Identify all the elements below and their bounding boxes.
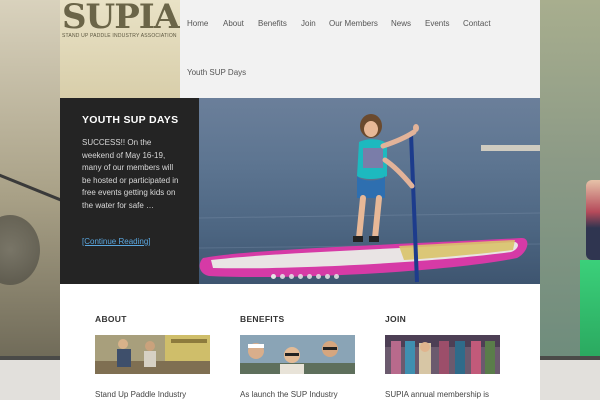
slide-excerpt: SUCCESS!! On the weekend of May 16-19, m… — [82, 138, 179, 210]
column-benefits-image[interactable] — [240, 335, 355, 374]
slide-caption-panel: YOUTH SUP DAYS SUCCESS!! On the weekend … — [60, 98, 199, 284]
nav-item-benefits[interactable]: Benefits — [258, 19, 287, 28]
join-photo — [385, 335, 500, 374]
nav-item-contact[interactable]: Contact — [463, 19, 491, 28]
slider-dot[interactable] — [271, 274, 276, 279]
slider-dot[interactable] — [307, 274, 312, 279]
column-about-heading[interactable]: ABOUT — [95, 314, 127, 324]
slider-dot[interactable] — [316, 274, 321, 279]
slide-image[interactable] — [199, 98, 540, 284]
nav-item-home[interactable]: Home — [187, 19, 208, 28]
column-join-heading[interactable]: JOIN — [385, 314, 406, 324]
site-logo[interactable]: SUPIA STAND UP PADDLE INDUSTRY ASSOCIATI… — [62, 0, 180, 50]
nav-item-our-members[interactable]: Our Members — [329, 19, 378, 28]
featured-slider: YOUTH SUP DAYS SUCCESS!! On the weekend … — [60, 98, 540, 284]
column-benefits-text: As launch the SUP Industry — [240, 390, 338, 399]
background-green-board — [580, 260, 600, 360]
background-shadow — [0, 215, 40, 285]
nav-item-about[interactable]: About — [223, 19, 244, 28]
background-paddle — [0, 171, 63, 202]
site-header: SUPIA STAND UP PADDLE INDUSTRY ASSOCIATI… — [60, 0, 540, 98]
nav-item-events[interactable]: Events — [425, 19, 449, 28]
column-join-text: SUPIA annual membership is — [385, 390, 490, 399]
slider-dot[interactable] — [334, 274, 339, 279]
slider-dot[interactable] — [289, 274, 294, 279]
column-about-text: Stand Up Paddle Industry — [95, 390, 187, 399]
nav-item-news[interactable]: News — [391, 19, 411, 28]
about-photo — [95, 335, 210, 374]
column-about-image[interactable] — [95, 335, 210, 374]
nav-item-youth-sup-days[interactable]: Youth SUP Days — [187, 68, 246, 77]
nav-item-join[interactable]: Join — [301, 19, 316, 28]
background-person — [586, 180, 600, 260]
continue-reading-link[interactable]: [Continue Reading] — [82, 237, 151, 246]
slider-pagination — [271, 266, 343, 279]
slider-dot[interactable] — [325, 274, 330, 279]
main-nav: Home About Benefits Join Our Members New… — [180, 0, 540, 98]
slider-dot[interactable] — [298, 274, 303, 279]
benefits-photo — [240, 335, 355, 374]
logo-mark: SUPIA — [62, 0, 180, 37]
logo-tagline: STAND UP PADDLE INDUSTRY ASSOCIATION — [62, 33, 177, 39]
slide-title[interactable]: YOUTH SUP DAYS — [82, 114, 178, 126]
info-columns: ABOUT Stand Up Paddle Industry BENEFITS — [60, 284, 540, 400]
background-right-scene — [540, 0, 600, 360]
logo-area: SUPIA STAND UP PADDLE INDUSTRY ASSOCIATI… — [60, 0, 180, 98]
kid-on-paddleboard-illustration — [199, 114, 540, 283]
background-left-scene — [0, 0, 63, 360]
slider-dot[interactable] — [280, 274, 285, 279]
column-join-image[interactable] — [385, 335, 500, 374]
column-benefits-heading[interactable]: BENEFITS — [240, 314, 284, 324]
